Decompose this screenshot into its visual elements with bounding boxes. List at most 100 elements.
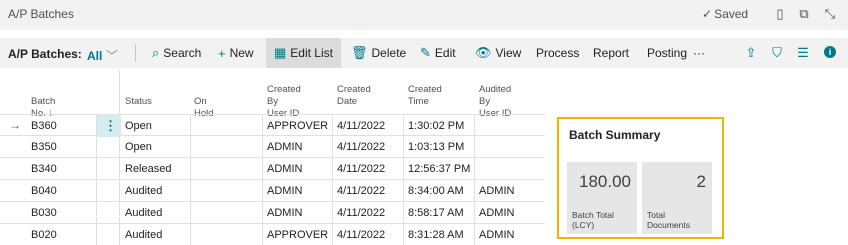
more-vertical-icon[interactable]: ⋮ — [104, 118, 117, 134]
pencil-icon: ✎ — [420, 45, 431, 60]
created-date-cell: 4/11/2022 — [337, 207, 386, 219]
total-documents-value: 2 — [696, 172, 706, 191]
chevron-down-icon: ﹀ — [105, 49, 118, 63]
batch-no-link[interactable]: B350 — [31, 141, 57, 153]
audited-by-cell: ADMIN — [479, 207, 515, 219]
page-title: A/P Batches — [8, 7, 74, 21]
info-icon[interactable]: i — [824, 46, 836, 58]
column-divider — [403, 114, 404, 245]
column-divider — [474, 114, 475, 245]
arrow-right-icon: → — [9, 118, 21, 132]
trash-icon: 🗑 — [351, 45, 368, 60]
saved-label: Saved — [714, 7, 749, 21]
total-documents-tile[interactable]: 2 Total Documents — [642, 162, 712, 234]
batch-no-link[interactable]: B030 — [31, 207, 57, 219]
table-row[interactable]: B030 Audited ADMIN 4/11/2022 8:58:17 AM … — [0, 202, 545, 224]
search-icon: ⌕ — [152, 45, 160, 60]
batch-summary-factbox: Batch Summary 180.00 Batch Total (LCY) 2 … — [557, 117, 724, 239]
edit-label: Edit — [434, 46, 456, 60]
eye-icon: 👁 — [475, 45, 492, 60]
batch-total-tile[interactable]: 180.00 Batch Total (LCY) — [567, 162, 637, 234]
column-divider — [332, 114, 333, 245]
new-label: New — [229, 46, 254, 60]
edit-list-label: Edit List — [290, 46, 333, 60]
search-label: Search — [163, 46, 202, 60]
batch-total-value: 180.00 — [579, 172, 631, 191]
more-options-label: ··· — [693, 46, 705, 60]
table-row[interactable]: B040 Audited ADMIN 4/11/2022 8:34:00 AM … — [0, 180, 545, 202]
share-icon[interactable]: ⇪ — [743, 45, 759, 61]
table-row[interactable]: B020 Audited APPROVER 4/11/2022 8:31:28 … — [0, 224, 545, 245]
posting-label: Posting — [647, 46, 688, 60]
posting-menu[interactable]: Posting — [643, 38, 691, 68]
delete-button[interactable]: 🗑 Delete — [347, 38, 410, 68]
status-cell: Open — [125, 120, 152, 132]
created-time-cell: 8:31:28 AM — [408, 229, 464, 241]
more-options-button[interactable]: ··· — [689, 38, 709, 68]
status-cell: Open — [125, 141, 152, 153]
created-date-cell: 4/11/2022 — [337, 229, 386, 241]
status-cell: Released — [125, 163, 172, 175]
header-created-date[interactable]: Created Date — [337, 84, 371, 108]
filter-icon[interactable]: ⛉ — [769, 45, 785, 61]
status-cell: Audited — [125, 229, 163, 241]
list-view-icon[interactable]: ☰ — [795, 45, 811, 61]
view-filter-dropdown[interactable]: All ﹀ — [87, 47, 118, 64]
column-divider — [262, 114, 263, 245]
view-label: View — [495, 46, 522, 60]
batch-no-link[interactable]: B040 — [31, 185, 57, 197]
check-icon: ✓ — [702, 7, 713, 21]
created-by-cell: APPROVER — [267, 229, 329, 241]
batch-no-link[interactable]: B340 — [31, 163, 57, 175]
header-created-time[interactable]: Created Time — [408, 84, 442, 108]
saved-status: ✓ Saved — [702, 7, 748, 21]
bookmark-icon[interactable]: ▯ — [772, 6, 788, 22]
batch-no-link[interactable]: B020 — [31, 229, 57, 241]
title-bar: A/P Batches ✓ Saved ▯ ⧉ ⤡ — [0, 0, 848, 30]
edit-list-button[interactable]: ▦ Edit List — [266, 38, 341, 68]
search-button[interactable]: ⌕ Search — [148, 38, 205, 68]
view-filter-value: All — [87, 49, 103, 63]
created-date-cell: 4/11/2022 — [337, 163, 386, 175]
batch-summary-title: Batch Summary — [569, 128, 661, 142]
header-status[interactable]: Status — [125, 96, 152, 108]
table-row[interactable]: → B360 ⋮ Open APPROVER 4/11/2022 1:30:02… — [0, 114, 545, 137]
process-label: Process — [536, 46, 580, 60]
edit-list-icon: ▦ — [274, 45, 287, 60]
plus-icon: + — [218, 45, 226, 61]
status-cell: Audited — [125, 207, 163, 219]
open-new-window-icon[interactable]: ⧉ — [796, 6, 812, 22]
column-divider — [190, 114, 191, 245]
process-menu[interactable]: Process — [532, 38, 583, 68]
status-cell: Audited — [125, 185, 163, 197]
created-date-cell: 4/11/2022 — [337, 185, 386, 197]
view-button[interactable]: 👁 View — [471, 38, 525, 68]
created-time-cell: 8:34:00 AM — [408, 185, 464, 197]
batch-total-label: Batch Total (LCY) — [572, 210, 614, 230]
delete-label: Delete — [371, 46, 407, 60]
total-documents-label: Total Documents — [647, 210, 690, 230]
edit-button[interactable]: ✎ Edit — [416, 38, 460, 68]
created-by-cell: ADMIN — [267, 141, 303, 153]
table-row[interactable]: B340 Released ADMIN 4/11/2022 12:56:37 P… — [0, 158, 545, 180]
created-time-cell: 8:58:17 AM — [408, 207, 464, 219]
created-by-cell: ADMIN — [267, 163, 303, 175]
column-divider — [96, 114, 97, 245]
created-by-cell: APPROVER — [267, 120, 329, 132]
created-by-cell: ADMIN — [267, 207, 303, 219]
new-button[interactable]: + New — [214, 38, 258, 68]
page-caption: A/P Batches: — [8, 47, 82, 61]
table-row[interactable]: B350 Open ADMIN 4/11/2022 1:03:13 PM — [0, 136, 545, 158]
collapse-icon[interactable]: ⤡ — [822, 6, 838, 22]
report-menu[interactable]: Report — [589, 38, 633, 68]
audited-by-cell: ADMIN — [479, 229, 515, 241]
action-bar: A/P Batches: All ﹀ ⌕ Search + New ▦ Edit Li… — [0, 38, 848, 68]
created-time-cell: 1:03:13 PM — [408, 141, 465, 153]
divider — [135, 44, 136, 62]
created-by-cell: ADMIN — [267, 185, 303, 197]
batch-no-link[interactable]: B360 — [31, 120, 57, 132]
created-date-cell: 4/11/2022 — [337, 141, 386, 153]
created-date-cell: 4/11/2022 — [337, 120, 386, 132]
audited-by-cell: ADMIN — [479, 185, 515, 197]
created-time-cell: 12:56:37 PM — [408, 163, 471, 175]
